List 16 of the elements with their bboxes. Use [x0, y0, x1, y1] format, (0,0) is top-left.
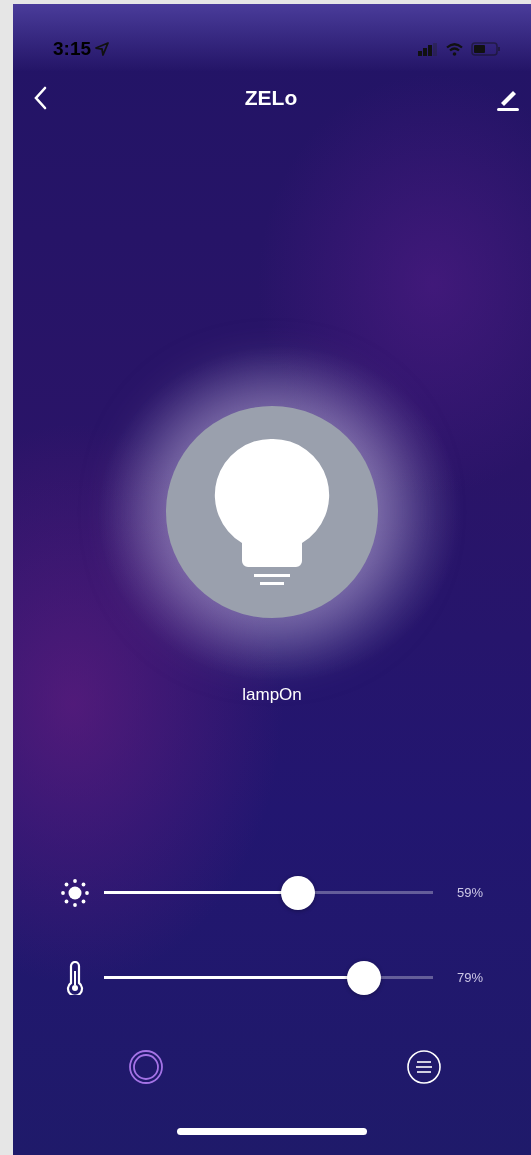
- slider-thumb[interactable]: [281, 875, 316, 910]
- back-button[interactable]: [33, 86, 47, 110]
- device-title: ZELo: [244, 85, 298, 112]
- signal-icon: [418, 42, 438, 56]
- menu-tab[interactable]: [407, 1049, 441, 1084]
- wifi-icon: [446, 42, 463, 56]
- slider-value: 79%: [457, 968, 485, 987]
- slider-value: 59%: [457, 883, 485, 902]
- status-time: 3:15: [53, 36, 92, 61]
- location-arrow-icon: [95, 42, 110, 56]
- sun-icon: [60, 877, 90, 908]
- lamp-tab[interactable]: [129, 1049, 163, 1084]
- lightbulb-icon: [214, 437, 330, 587]
- slider-thumb[interactable]: [346, 960, 381, 995]
- battery-icon: [471, 42, 501, 56]
- lamp-status-label: lampOn: [242, 684, 302, 706]
